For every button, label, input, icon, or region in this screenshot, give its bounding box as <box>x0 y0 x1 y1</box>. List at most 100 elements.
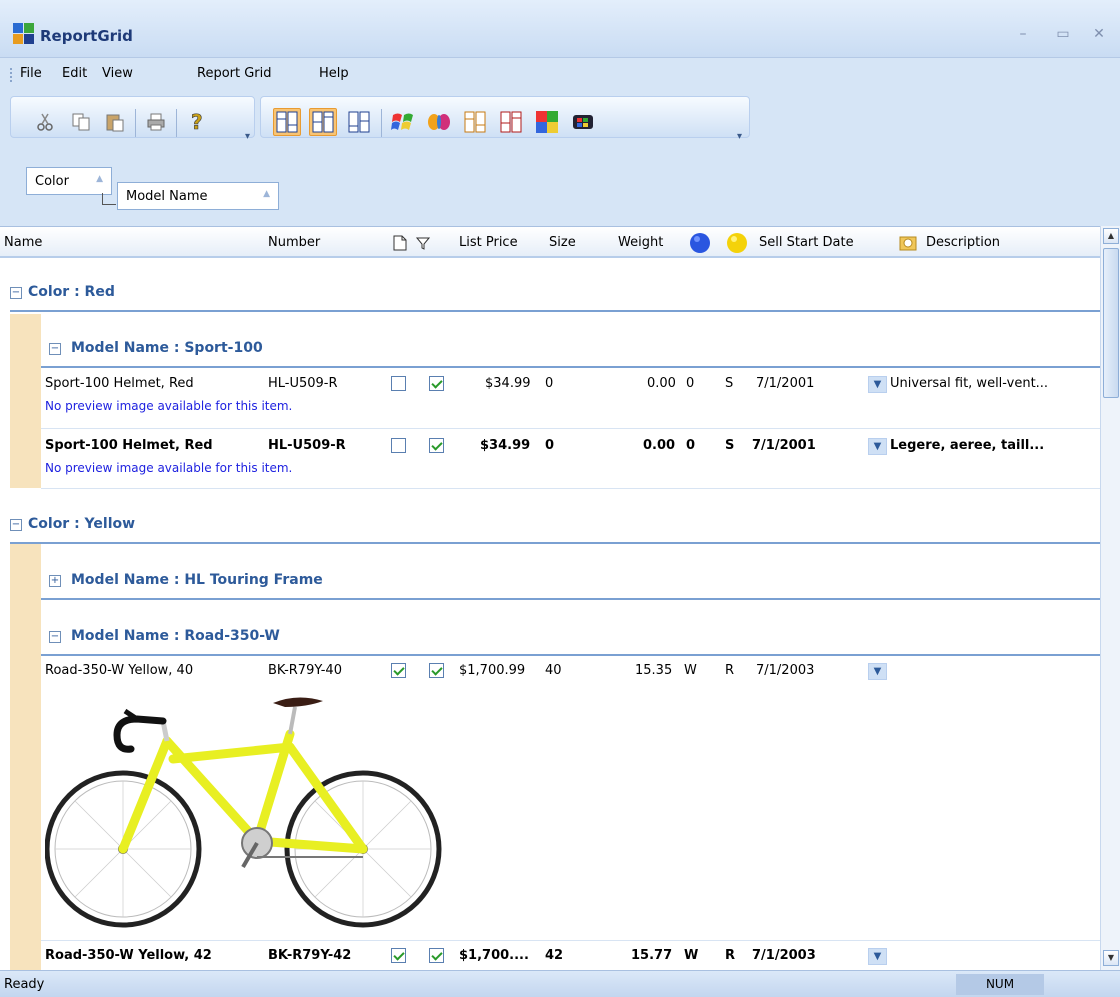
group-row-model-road-350-w[interactable]: − Model Name : Road-350-W <box>41 618 1100 656</box>
preview-text: No preview image available for this item… <box>45 461 293 475</box>
cell-weight-unit: 0 <box>686 438 696 453</box>
column-header-list-price[interactable]: List Price <box>459 235 518 250</box>
vertical-scrollbar[interactable]: ▲ ▼ <box>1100 226 1120 970</box>
cell-name: Sport-100 Helmet, Red <box>45 438 213 453</box>
butterfly-icon[interactable] <box>425 108 453 136</box>
cell-weight: 0.00 <box>647 376 676 391</box>
print-icon[interactable] <box>142 108 170 136</box>
cell-number: HL-U509-R <box>268 438 346 453</box>
svg-text:?: ? <box>191 111 203 133</box>
dropdown-icon[interactable]: ▼ <box>868 663 887 680</box>
group-chip-color[interactable]: Color ▲ <box>26 167 112 195</box>
grid-style-4-icon[interactable] <box>461 108 489 136</box>
table-row[interactable]: Sport-100 Helmet, Red HL-U509-R $34.99 0… <box>41 438 1100 494</box>
title-bar: ReportGrid – ▭ ✕ <box>0 0 1120 58</box>
menu-report-grid[interactable]: Report Grid <box>197 66 272 81</box>
column-header-number[interactable]: Number <box>268 235 320 250</box>
menu-grip <box>10 68 12 82</box>
cell-list-price: $34.99 <box>480 438 531 453</box>
dropdown-icon[interactable]: ▼ <box>868 438 887 455</box>
column-header-size[interactable]: Size <box>549 235 576 250</box>
window-title: ReportGrid <box>40 27 133 45</box>
checkbox[interactable] <box>391 438 406 453</box>
checkbox[interactable] <box>391 948 406 963</box>
cell-weight: 0.00 <box>643 438 676 453</box>
grid-style-1-icon[interactable] <box>273 108 301 136</box>
menu-edit[interactable]: Edit <box>62 66 87 81</box>
menu-file[interactable]: File <box>20 66 42 81</box>
cell-size: 0 <box>545 376 554 391</box>
group-chip-label: Model Name <box>126 189 208 204</box>
cell-weight-unit: W <box>684 948 699 963</box>
xp-theme-icon[interactable] <box>389 108 417 136</box>
table-row[interactable]: Road-350-W Yellow, 42 BK-R79Y-42 $1,700.… <box>41 948 1100 970</box>
help-icon[interactable]: ? <box>183 108 211 136</box>
toolbar-overflow-icon[interactable]: ▾ <box>737 131 742 142</box>
group-row-color-yellow[interactable]: − Color : Yellow <box>10 506 1100 544</box>
cell-number: BK-R79Y-40 <box>268 663 342 678</box>
cell-class: S <box>725 376 734 391</box>
grid-style-3-icon[interactable] <box>345 108 373 136</box>
cut-icon[interactable] <box>31 108 59 136</box>
group-row-color-red[interactable]: − Color : Red <box>10 274 1100 312</box>
grid-style-2-icon[interactable] <box>309 108 337 136</box>
menu-help[interactable]: Help <box>319 66 349 81</box>
app-icon <box>13 23 34 44</box>
scroll-thumb[interactable] <box>1103 248 1119 398</box>
checkbox[interactable] <box>429 376 444 391</box>
checkbox[interactable] <box>391 376 406 391</box>
column-header-description[interactable]: Description <box>926 235 1000 250</box>
expand-icon[interactable]: + <box>49 575 61 587</box>
group-indent <box>10 314 41 488</box>
yellow-circle-icon[interactable] <box>726 232 748 254</box>
checkbox[interactable] <box>429 663 444 678</box>
description-icon[interactable] <box>898 233 918 253</box>
menu-view[interactable]: View <box>102 66 133 81</box>
close-button[interactable]: ✕ <box>1090 26 1108 42</box>
column-header-weight[interactable]: Weight <box>618 235 663 250</box>
group-row-model-sport-100[interactable]: − Model Name : Sport-100 <box>41 330 1100 368</box>
column-header-row: Name Number List Price Size Weight Sell … <box>0 226 1100 258</box>
cell-size: 0 <box>545 438 555 453</box>
cell-weight-unit: W <box>684 663 697 678</box>
collapse-icon[interactable]: − <box>49 343 61 355</box>
cell-sell-start-date: 7/1/2001 <box>756 376 815 391</box>
windows-logo-icon[interactable] <box>569 108 597 136</box>
checkbox[interactable] <box>429 948 444 963</box>
cell-description: Universal fit, well-vent... <box>890 376 1049 391</box>
cell-class: R <box>725 663 735 678</box>
checkbox[interactable] <box>429 438 444 453</box>
group-label: Model Name : HL Touring Frame <box>71 572 323 588</box>
cell-size: 40 <box>545 663 562 678</box>
scroll-down-icon[interactable]: ▼ <box>1103 950 1119 966</box>
paste-icon[interactable] <box>101 108 129 136</box>
bicycle-image <box>45 697 442 928</box>
toolbar: ? ▾ ▾ <box>0 90 1120 150</box>
copy-icon[interactable] <box>67 108 95 136</box>
minimize-button[interactable]: – <box>1014 26 1032 42</box>
collapse-icon[interactable]: − <box>49 631 61 643</box>
colorful-grid-icon[interactable] <box>533 108 561 136</box>
blue-circle-icon[interactable] <box>689 232 711 254</box>
maximize-button[interactable]: ▭ <box>1054 26 1072 42</box>
column-header-name[interactable]: Name <box>4 235 42 250</box>
document-icon[interactable] <box>393 235 407 251</box>
dropdown-icon[interactable]: ▼ <box>868 376 887 393</box>
table-row[interactable]: Road-350-W Yellow, 40 BK-R79Y-40 $1,700.… <box>41 663 1100 941</box>
group-row-model-hl-touring-frame[interactable]: + Model Name : HL Touring Frame <box>41 562 1100 600</box>
checkbox[interactable] <box>391 663 406 678</box>
cell-class: R <box>725 948 736 963</box>
cell-name: Sport-100 Helmet, Red <box>45 376 194 391</box>
grid-style-5-icon[interactable] <box>497 108 525 136</box>
dropdown-icon[interactable]: ▼ <box>868 948 887 965</box>
table-row[interactable]: Sport-100 Helmet, Red HL-U509-R $34.99 0… <box>41 376 1100 432</box>
group-chip-model-name[interactable]: Model Name ▲ <box>117 182 279 210</box>
collapse-icon[interactable]: − <box>10 287 22 299</box>
filter-icon[interactable] <box>416 236 430 250</box>
column-header-sell-start-date[interactable]: Sell Start Date <box>759 235 854 250</box>
scroll-up-icon[interactable]: ▲ <box>1103 228 1119 244</box>
group-chip-label: Color <box>35 174 69 189</box>
cell-weight: 15.77 <box>631 948 673 963</box>
collapse-icon[interactable]: − <box>10 519 22 531</box>
toolbar-overflow-icon[interactable]: ▾ <box>245 131 250 142</box>
